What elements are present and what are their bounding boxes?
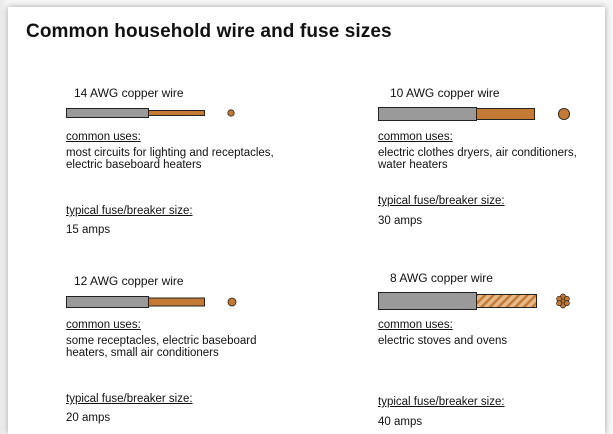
uses-heading: common uses:	[378, 131, 453, 143]
wire-label: 10 AWG copper wire	[390, 86, 500, 100]
wire-cross-section	[557, 107, 571, 121]
wire-10awg-illustration	[378, 107, 571, 121]
wire-8awg-illustration	[378, 292, 570, 310]
fuse-heading: typical fuse/breaker size:	[378, 396, 505, 408]
fuse-size: 40 amps	[378, 416, 423, 428]
wire-copper-conductor	[148, 297, 205, 307]
uses-heading: common uses:	[66, 131, 141, 143]
fuse-size: 20 amps	[66, 412, 111, 424]
uses-heading: common uses:	[378, 319, 453, 331]
fuse-heading: typical fuse/breaker size:	[378, 195, 505, 207]
uses-heading: common uses:	[66, 319, 141, 331]
uses-text: most circuits for lighting and receptacl…	[66, 147, 274, 171]
wire-14awg-illustration	[66, 108, 235, 118]
page-title: Common household wire and fuse sizes	[26, 21, 392, 42]
fuse-size: 30 amps	[378, 215, 423, 227]
wire-copper-conductor	[476, 108, 535, 120]
uses-text: electric clothes dryers, air conditioner…	[378, 147, 577, 171]
uses-text: electric stoves and ovens	[378, 335, 508, 347]
wire-12awg-illustration	[66, 296, 237, 308]
wire-cross-section	[227, 109, 235, 117]
uses-text: some receptacles, electric baseboard hea…	[66, 335, 257, 359]
wire-insulation	[378, 292, 477, 310]
wire-insulation	[378, 107, 477, 121]
fuse-heading: typical fuse/breaker size:	[66, 393, 193, 405]
wire-stranded-conductor	[476, 294, 537, 308]
page-background: Common household wire and fuse sizes 14 …	[0, 0, 613, 434]
wire-cross-section	[227, 297, 237, 307]
wire-label: 12 AWG copper wire	[74, 274, 184, 288]
document-page: Common household wire and fuse sizes 14 …	[8, 7, 605, 434]
fuse-size: 15 amps	[66, 224, 111, 236]
wire-label: 8 AWG copper wire	[390, 271, 493, 285]
wire-insulation	[66, 296, 149, 308]
wire-cross-section	[556, 293, 570, 309]
wire-copper-conductor	[148, 110, 205, 116]
wire-insulation	[66, 108, 149, 118]
wire-label: 14 AWG copper wire	[74, 86, 184, 100]
fuse-heading: typical fuse/breaker size:	[66, 205, 193, 217]
